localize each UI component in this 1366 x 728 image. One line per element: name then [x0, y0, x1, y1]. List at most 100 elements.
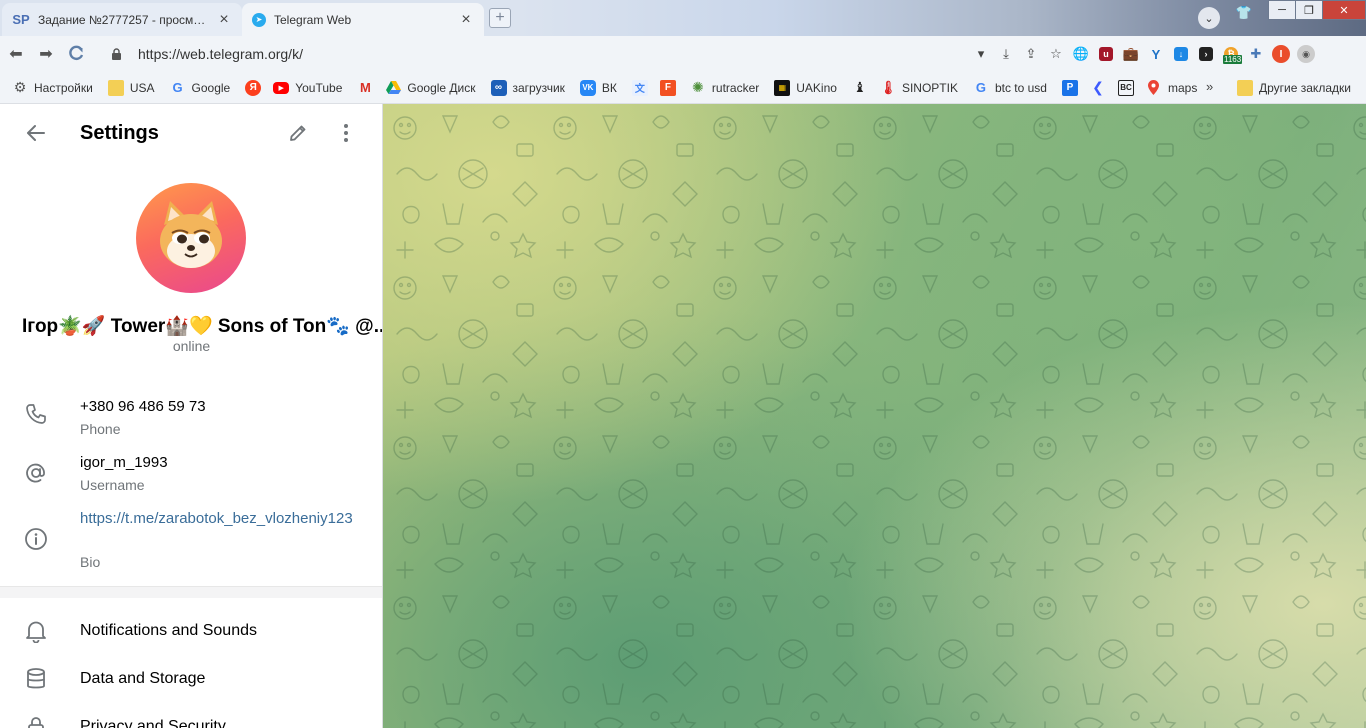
more-vertical-icon[interactable] [331, 118, 361, 148]
info-icon [22, 525, 50, 553]
dropdown-arrow-icon[interactable]: ▾ [969, 42, 993, 66]
gear-icon: ⚙ [13, 79, 27, 95]
window-controls: ─ ❐ ✕ [1268, 0, 1366, 20]
bookmark-label: UAKino [796, 80, 837, 95]
bookmark-star-icon[interactable]: ☆ [1044, 42, 1068, 66]
share-icon[interactable]: ⇪ [1019, 42, 1043, 66]
google-icon: G [975, 80, 987, 95]
bookmark-label: Google Диск [407, 80, 476, 95]
tab-close-icon[interactable]: × [216, 11, 232, 29]
bookmark-maps[interactable]: maps [1146, 80, 1197, 96]
doodle-pattern [383, 104, 1366, 728]
infinity-icon: ∞ [490, 79, 507, 96]
bookmark-yandex[interactable]: Я [245, 79, 267, 96]
menu-item-data-storage[interactable]: Data and Storage [0, 655, 382, 703]
reload-icon[interactable] [62, 40, 90, 68]
bookmark-sinoptik[interactable]: 🌡 SINOPTIK [880, 80, 958, 96]
rutracker-icon: ✺ [692, 79, 704, 95]
minimize-icon[interactable]: ─ [1268, 0, 1296, 20]
google-drive-icon [385, 80, 401, 96]
extension-badge: 1163 [1223, 55, 1243, 64]
bookmark-other-folder[interactable]: Другие закладки [1237, 80, 1351, 96]
ublock-icon[interactable]: u [1094, 42, 1118, 66]
profile-name: Ігор🪴🚀 Tower🏰💛 Sons of Ton🐾 @... [22, 316, 383, 337]
google-icon: G [172, 80, 183, 95]
folder-icon [1237, 80, 1253, 96]
chevron-down-icon[interactable]: ⌄ [1198, 7, 1220, 29]
profile-avatar[interactable]: I [1269, 42, 1293, 66]
bookmark-google[interactable]: G Google [170, 80, 230, 96]
bio-label: Bio [80, 554, 101, 570]
bookmark-google-drive[interactable]: Google Диск [385, 80, 476, 96]
bookmark-p[interactable]: P [1061, 79, 1084, 96]
database-icon [22, 665, 50, 693]
download-extension-icon[interactable]: ↓ [1169, 42, 1193, 66]
back-arrow-icon[interactable] [20, 117, 52, 149]
chess-icon: ♝ [853, 79, 867, 95]
menu-item-notifications[interactable]: Notifications and Sounds [0, 607, 382, 655]
terminal-icon[interactable]: › [1194, 42, 1218, 66]
bookmark-chess[interactable]: ♝ [852, 79, 874, 96]
forward-arrow-icon[interactable]: ➡ [32, 40, 60, 68]
phone-icon [22, 400, 50, 428]
bookmark-settings[interactable]: ⚙ Настройки [12, 79, 93, 96]
bookmark-label: btc to usd [994, 80, 1047, 95]
briefcase-icon[interactable]: 💼 [1119, 42, 1143, 66]
y-extension-icon[interactable]: Y [1144, 42, 1168, 66]
bookmark-rutracker[interactable]: ✺ rutracker [690, 79, 759, 96]
bookmark-gmail[interactable]: M [357, 80, 379, 96]
vpn-globe-icon[interactable]: 🌐 [1069, 42, 1093, 66]
f-icon: F [659, 79, 676, 96]
bio-link[interactable]: https://t.me/zarabotok_bez_vlozheniy123 [80, 508, 365, 529]
restore-icon[interactable]: ❐ [1295, 0, 1323, 20]
bookmarks-bar: ⚙ Настройки USA G Google Я ▶ YouTube M G… [0, 72, 1366, 104]
tab-close-icon[interactable]: × [458, 11, 474, 29]
bookmark-f[interactable]: F [659, 79, 682, 96]
browser-tab-strip: SP Задание №2777257 - просмотр з × ➤ Tel… [0, 0, 1366, 36]
bookmark-translate[interactable]: 文 [631, 79, 654, 96]
new-tab-button[interactable]: + [489, 8, 511, 28]
back-arrow-icon[interactable]: ⬅ [2, 40, 30, 68]
lock-icon[interactable] [108, 46, 124, 62]
bell-icon [22, 617, 50, 645]
bitcoin-extension-icon[interactable]: ₿ 1163 [1219, 42, 1243, 66]
bookmarks-overflow-icon[interactable]: » [1206, 79, 1213, 94]
avatar[interactable] [136, 183, 246, 293]
browser-tab-telegram[interactable]: ➤ Telegram Web × [242, 3, 484, 36]
theme-shirt-icon[interactable]: 👕 [1236, 5, 1252, 21]
address-bar[interactable]: https://web.telegram.org/k/ [100, 40, 990, 68]
username-value: igor_m_1993 [80, 454, 168, 471]
tab-title: Задание №2777257 - просмотр з [38, 12, 210, 27]
account-circle-icon[interactable]: ◉ [1294, 42, 1318, 66]
tab-title: Telegram Web [274, 12, 352, 27]
menu-item-privacy[interactable]: Privacy and Security [0, 703, 382, 728]
bookmark-zagruzchik[interactable]: ∞ загрузчик [490, 79, 565, 96]
bookmark-youtube[interactable]: ▶ YouTube [273, 81, 342, 95]
install-app-icon[interactable]: ⤓ [994, 42, 1018, 66]
gmail-icon: M [359, 80, 371, 95]
bookmark-label: USA [129, 80, 155, 95]
tab-favicon-sp: SP [12, 12, 30, 27]
pencil-icon[interactable] [283, 118, 313, 148]
folder-icon [107, 79, 124, 96]
bookmark-uakino[interactable]: ▦ UAKino [774, 79, 837, 96]
bookmark-btc-to-usd[interactable]: G btc to usd [973, 80, 1047, 96]
chat-background [383, 104, 1366, 728]
browser-tab-task[interactable]: SP Задание №2777257 - просмотр з × [2, 3, 242, 36]
bookmark-bc[interactable]: BC [1117, 79, 1140, 96]
bookmark-usa[interactable]: USA [107, 79, 155, 96]
info-row-phone[interactable]: +380 96 486 59 73 Phone [0, 388, 382, 444]
menu-label: Data and Storage [80, 670, 206, 687]
url-text[interactable]: https://web.telegram.org/k/ [138, 46, 303, 62]
thermometer-icon: 🌡 [879, 79, 897, 95]
info-row-username[interactable]: igor_m_1993 Username [0, 444, 382, 500]
bookmark-label: maps [1167, 80, 1198, 95]
browser-toolbar: ⬅ ➡ https://web.telegram.org/k/ ▾ ⤓ ⇪ ☆ … [0, 36, 1366, 72]
bookmark-arrow[interactable]: ❮ [1090, 79, 1112, 96]
maps-pin-icon [1146, 80, 1162, 96]
at-icon [22, 459, 50, 487]
puzzle-extensions-icon[interactable]: ✚ [1244, 42, 1268, 66]
close-window-icon[interactable]: ✕ [1322, 0, 1366, 20]
info-row-bio[interactable]: https://t.me/zarabotok_bez_vlozheniy123 … [0, 500, 382, 578]
bookmark-vk[interactable]: VK ВК [579, 79, 617, 96]
